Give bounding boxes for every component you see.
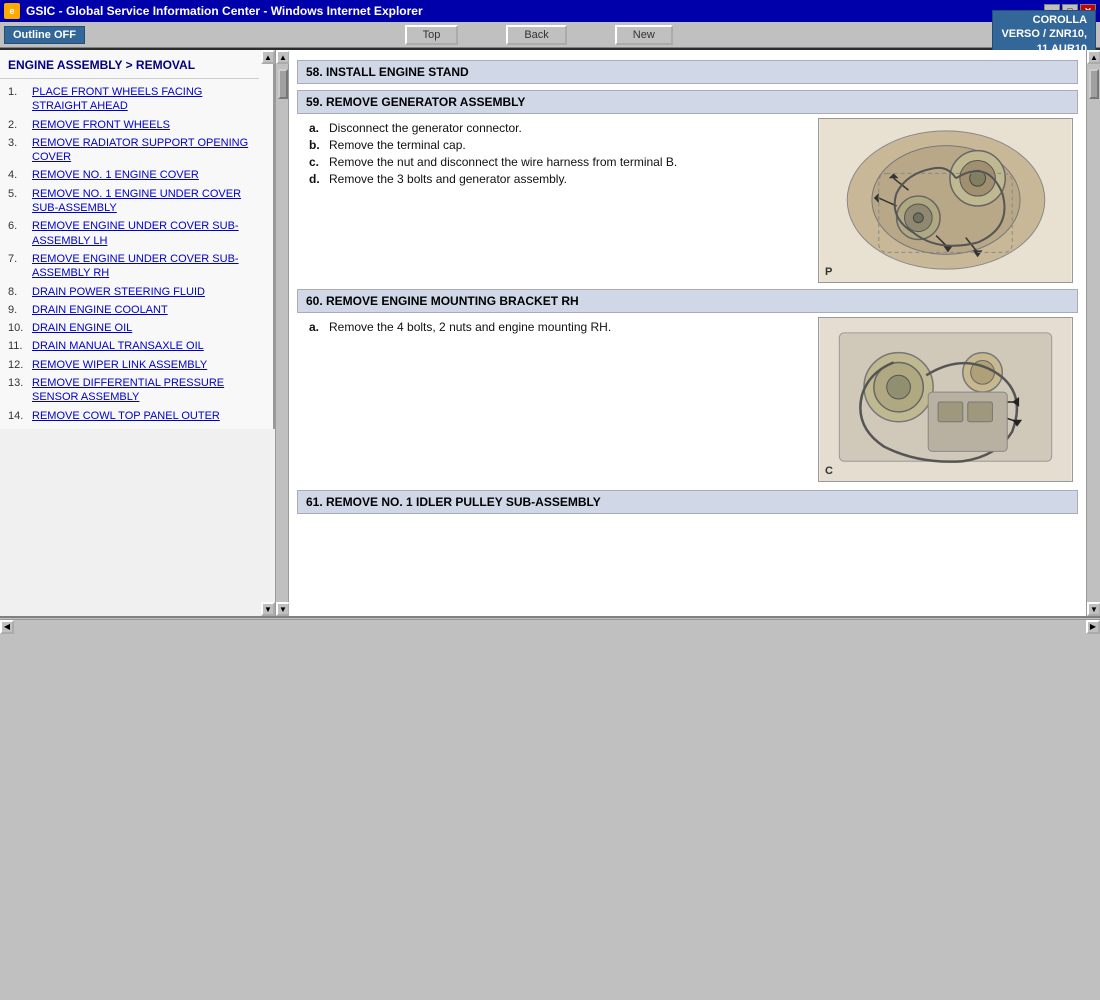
sidebar-item-num-5: 5. bbox=[8, 187, 32, 216]
sidebar-item-label-7: REMOVE ENGINE UNDER COVER SUB-ASSEMBLY R… bbox=[32, 252, 251, 281]
outline-button[interactable]: Outline OFF bbox=[4, 26, 85, 44]
step-59a: a. Disconnect the generator connector. bbox=[309, 121, 806, 135]
sidebar-item-num-14: 14. bbox=[8, 409, 32, 423]
sidebar-scroll-up[interactable]: ▲ bbox=[261, 50, 275, 64]
sidebar-item-9[interactable]: 9.DRAIN ENGINE COOLANT bbox=[0, 301, 259, 319]
sidebar-item-label-2: REMOVE FRONT WHEELS bbox=[32, 118, 170, 132]
sidebar-item-14[interactable]: 14.REMOVE COWL TOP PANEL OUTER bbox=[0, 407, 259, 425]
sidebar-item-label-10: DRAIN ENGINE OIL bbox=[32, 321, 132, 335]
step-59d: d. Remove the 3 bolts and generator asse… bbox=[309, 172, 806, 186]
diagram-60-label: C bbox=[825, 465, 833, 477]
h-scrollbar[interactable]: ◀ ▶ bbox=[0, 619, 1100, 633]
sidebar-item-label-11: DRAIN MANUAL TRANSAXLE OIL bbox=[32, 339, 204, 353]
sidebar-title: ENGINE ASSEMBLY > REMOVAL bbox=[0, 54, 259, 79]
section-59-diagram: P bbox=[818, 118, 1078, 283]
scroll-up-btn[interactable]: ▲ bbox=[276, 50, 290, 64]
sidebar-item-num-10: 10. bbox=[8, 321, 32, 335]
sidebar-item-3[interactable]: 3.REMOVE RADIATOR SUPPORT OPENING COVER bbox=[0, 134, 259, 167]
main-area: ▲ ENGINE ASSEMBLY > REMOVAL 1.PLACE FRON… bbox=[0, 48, 1100, 616]
top-button[interactable]: Top bbox=[405, 25, 459, 45]
sidebar-item-label-14: REMOVE COWL TOP PANEL OUTER bbox=[32, 409, 220, 423]
content-scrollbar[interactable]: ▲ ▼ bbox=[1086, 50, 1100, 616]
sidebar-item-2[interactable]: 2.REMOVE FRONT WHEELS bbox=[0, 116, 259, 134]
sidebar-item-4[interactable]: 4.REMOVE NO. 1 ENGINE COVER bbox=[0, 166, 259, 184]
section-60-steps: a. Remove the 4 bolts, 2 nuts and engine… bbox=[297, 317, 806, 482]
section-59-header: 59. REMOVE GENERATOR ASSEMBLY bbox=[297, 90, 1078, 114]
sidebar-item-label-1: PLACE FRONT WHEELS FACING STRAIGHT AHEAD bbox=[32, 85, 251, 114]
h-scroll-right[interactable]: ▶ bbox=[1086, 620, 1100, 634]
sidebar-scrollbar[interactable]: ▲ ▼ bbox=[275, 50, 289, 616]
title-bar: e GSIC - Global Service Information Cent… bbox=[0, 0, 1100, 22]
sidebar-item-num-13: 13. bbox=[8, 376, 32, 405]
sidebar-item-num-8: 8. bbox=[8, 285, 32, 299]
sidebar-item-num-9: 9. bbox=[8, 303, 32, 317]
section-60-diagram: C bbox=[818, 317, 1078, 482]
sidebar-item-label-3: REMOVE RADIATOR SUPPORT OPENING COVER bbox=[32, 136, 251, 165]
sidebar-item-num-3: 3. bbox=[8, 136, 32, 165]
scroll-down-btn[interactable]: ▼ bbox=[276, 602, 290, 616]
sidebar-item-5[interactable]: 5.REMOVE NO. 1 ENGINE UNDER COVER SUB-AS… bbox=[0, 185, 259, 218]
sidebar-item-label-8: DRAIN POWER STEERING FLUID bbox=[32, 285, 205, 299]
app-icon: e bbox=[4, 3, 20, 19]
step-59c: c. Remove the nut and disconnect the wir… bbox=[309, 155, 806, 169]
section-59-steps: a. Disconnect the generator connector. b… bbox=[297, 118, 806, 283]
diagram-59-label: P bbox=[825, 266, 832, 278]
sidebar-item-8[interactable]: 8.DRAIN POWER STEERING FLUID bbox=[0, 283, 259, 301]
sidebar-item-1[interactable]: 1.PLACE FRONT WHEELS FACING STRAIGHT AHE… bbox=[0, 83, 259, 116]
sidebar-item-label-4: REMOVE NO. 1 ENGINE COVER bbox=[32, 168, 199, 182]
sidebar-item-label-6: REMOVE ENGINE UNDER COVER SUB-ASSEMBLY L… bbox=[32, 219, 251, 248]
sidebar-item-10[interactable]: 10.DRAIN ENGINE OIL bbox=[0, 319, 259, 337]
section-58-header: 58. INSTALL ENGINE STAND bbox=[297, 60, 1078, 84]
back-button[interactable]: Back bbox=[506, 25, 566, 45]
sidebar-item-7[interactable]: 7.REMOVE ENGINE UNDER COVER SUB-ASSEMBLY… bbox=[0, 250, 259, 283]
sidebar-item-num-12: 12. bbox=[8, 358, 32, 372]
content-scroll-up[interactable]: ▲ bbox=[1087, 50, 1100, 64]
bottom-bar: ◀ ▶ bbox=[0, 616, 1100, 634]
sidebar-item-12[interactable]: 12.REMOVE WIPER LINK ASSEMBLY bbox=[0, 356, 259, 374]
sidebar-item-13[interactable]: 13.REMOVE DIFFERENTIAL PRESSURE SENSOR A… bbox=[0, 374, 259, 407]
section-61-header: 61. REMOVE NO. 1 IDLER PULLEY SUB-ASSEMB… bbox=[297, 490, 1078, 514]
sidebar-item-11[interactable]: 11.DRAIN MANUAL TRANSAXLE OIL bbox=[0, 337, 259, 355]
sidebar: ENGINE ASSEMBLY > REMOVAL 1.PLACE FRONT … bbox=[0, 50, 275, 429]
sidebar-item-num-7: 7. bbox=[8, 252, 32, 281]
window-title: GSIC - Global Service Information Center… bbox=[26, 4, 423, 18]
sidebar-item-label-9: DRAIN ENGINE COOLANT bbox=[32, 303, 168, 317]
step-59b: b. Remove the terminal cap. bbox=[309, 138, 806, 152]
new-button[interactable]: New bbox=[615, 25, 673, 45]
sidebar-item-num-11: 11. bbox=[8, 339, 32, 353]
content-scroll-down[interactable]: ▼ bbox=[1087, 602, 1100, 616]
sidebar-item-num-2: 2. bbox=[8, 118, 32, 132]
sidebar-item-label-13: REMOVE DIFFERENTIAL PRESSURE SENSOR ASSE… bbox=[32, 376, 251, 405]
sidebar-item-num-4: 4. bbox=[8, 168, 32, 182]
step-60a: a. Remove the 4 bolts, 2 nuts and engine… bbox=[309, 320, 806, 334]
toolbar: Outline OFF Top Back New COROLLA VERSO /… bbox=[0, 22, 1100, 48]
sidebar-item-num-1: 1. bbox=[8, 85, 32, 114]
sidebar-scroll-down[interactable]: ▼ bbox=[261, 602, 275, 616]
sidebar-item-6[interactable]: 6.REMOVE ENGINE UNDER COVER SUB-ASSEMBLY… bbox=[0, 217, 259, 250]
sidebar-item-label-5: REMOVE NO. 1 ENGINE UNDER COVER SUB-ASSE… bbox=[32, 187, 251, 216]
h-scroll-left[interactable]: ◀ bbox=[0, 620, 14, 634]
sidebar-item-num-6: 6. bbox=[8, 219, 32, 248]
sidebar-item-label-12: REMOVE WIPER LINK ASSEMBLY bbox=[32, 358, 207, 372]
section-60-header: 60. REMOVE ENGINE MOUNTING BRACKET RH bbox=[297, 289, 1078, 313]
content-panel: 58. INSTALL ENGINE STAND 59. REMOVE GENE… bbox=[289, 50, 1086, 616]
